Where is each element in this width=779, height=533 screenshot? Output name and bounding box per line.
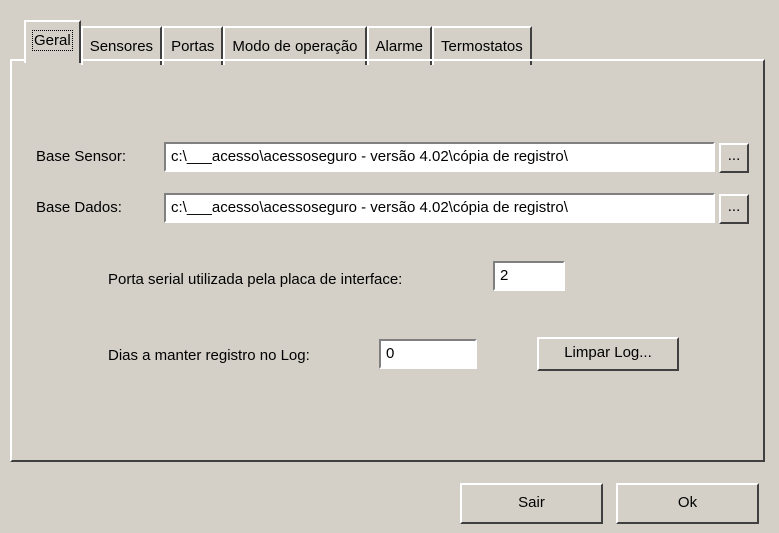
base-dados-label: Base Dados: [36, 199, 122, 216]
limpar-log-button[interactable]: Limpar Log... [537, 337, 679, 371]
ok-button[interactable]: Ok [616, 483, 759, 524]
tab-alarme-label: Alarme [375, 38, 424, 55]
dias-log-label: Dias a manter registro no Log: [108, 347, 310, 364]
tab-geral[interactable]: Geral [24, 20, 81, 63]
tab-modo-de-operacao-label: Modo de operação [232, 38, 358, 55]
porta-serial-label: Porta serial utilizada pela placa de int… [108, 271, 403, 288]
limpar-log-button-label: Limpar Log... [564, 344, 652, 361]
porta-serial-field[interactable]: 2 [493, 261, 565, 291]
base-sensor-browse-button[interactable]: ... [719, 143, 749, 173]
geral-tab-panel: Base Sensor: c:\___acesso\acessoseguro -… [10, 59, 765, 462]
base-dados-browse-button[interactable]: ... [719, 194, 749, 224]
dias-log-field[interactable]: 0 [379, 339, 477, 369]
tab-sensores-label: Sensores [89, 38, 154, 55]
tab-termostatos-label: Termostatos [441, 38, 523, 55]
base-sensor-label: Base Sensor: [36, 148, 127, 165]
tab-portas-label: Portas [171, 38, 215, 55]
sair-button-label: Sair [518, 494, 545, 511]
tab-geral-label: Geral [32, 30, 73, 51]
base-dados-field[interactable]: c:\___acesso\acessoseguro - versão 4.02\… [164, 193, 715, 223]
ok-button-label: Ok [677, 494, 698, 511]
sair-button[interactable]: Sair [460, 483, 603, 524]
tab-strip: Geral Sensores Portas Modo de operação A… [24, 20, 532, 65]
base-sensor-field[interactable]: c:\___acesso\acessoseguro - versão 4.02\… [164, 142, 715, 172]
